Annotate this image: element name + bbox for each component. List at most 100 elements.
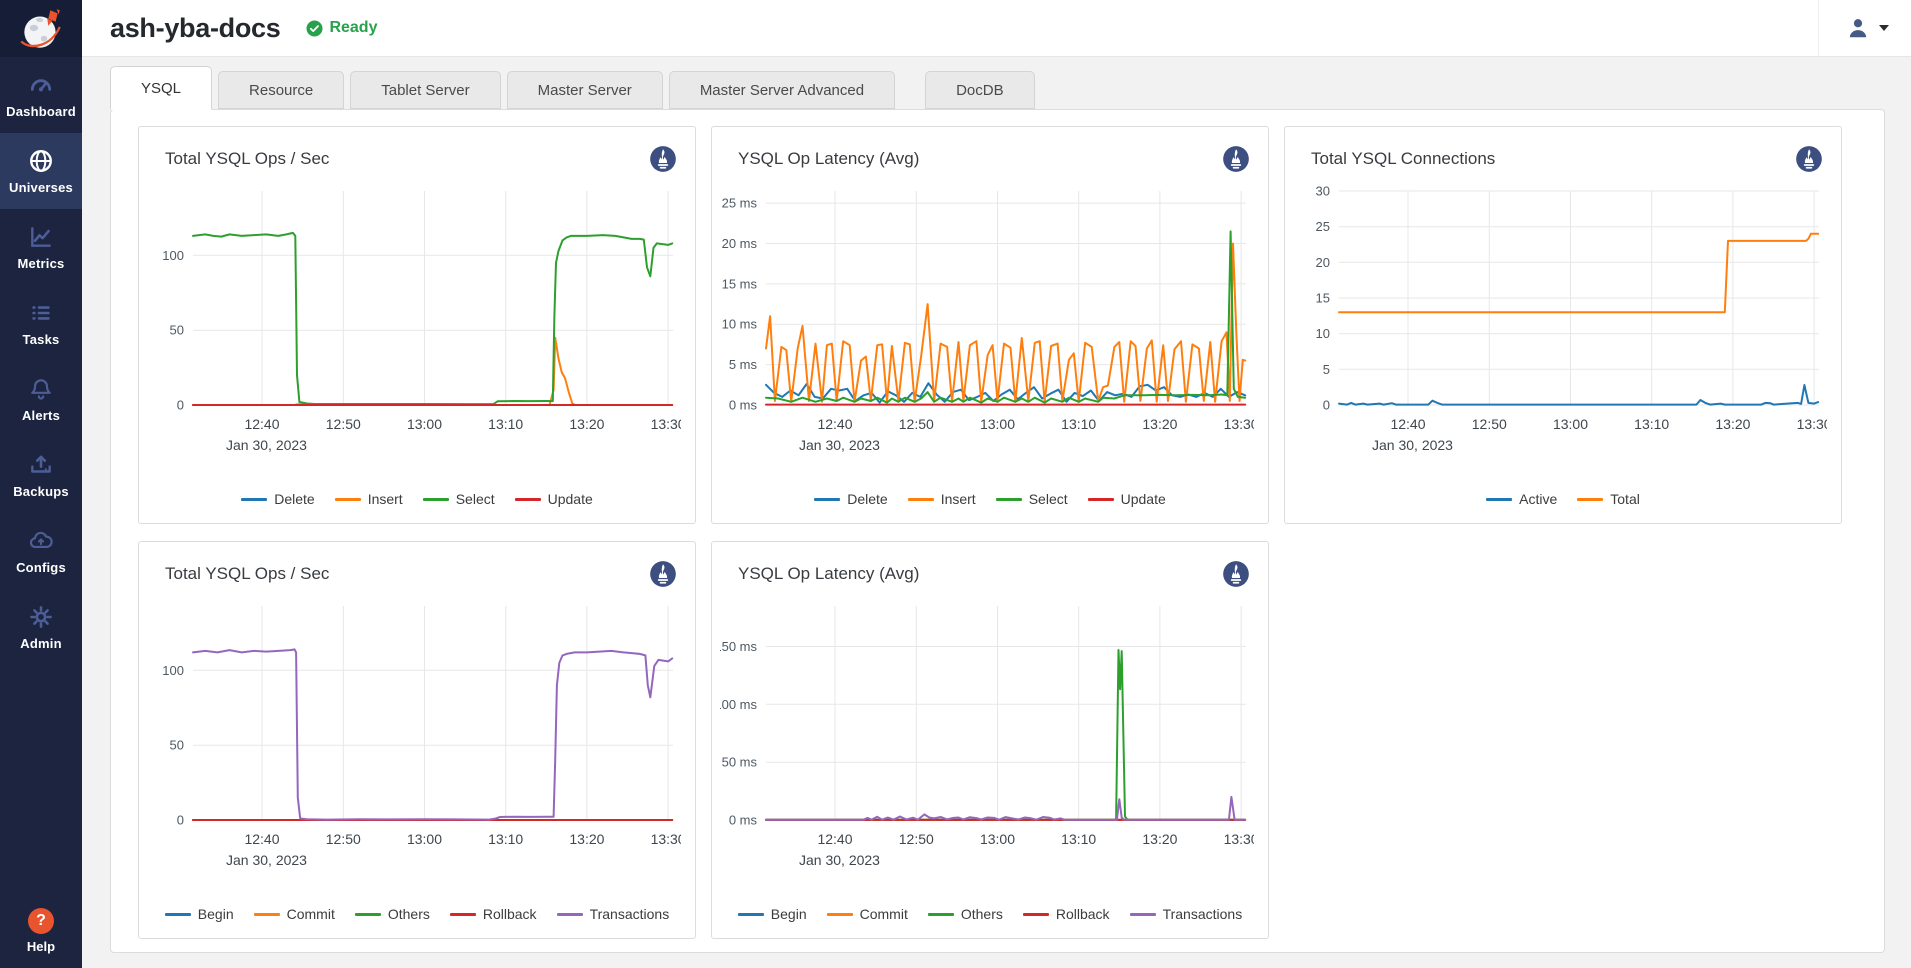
svg-text:13:20: 13:20: [1142, 416, 1177, 432]
svg-text:0: 0: [1323, 398, 1330, 413]
svg-text:50: 50: [170, 738, 184, 753]
svg-text:13:10: 13:10: [1061, 416, 1096, 432]
legend-item-select[interactable]: Select: [423, 491, 495, 507]
legend-item-commit[interactable]: Commit: [254, 906, 335, 922]
tab-master-server-advanced[interactable]: Master Server Advanced: [669, 71, 895, 109]
legend-item-others[interactable]: Others: [928, 906, 1003, 922]
sidebar-item-backups[interactable]: Backups: [0, 437, 82, 513]
svg-text:12:40: 12:40: [1390, 416, 1425, 432]
prometheus-icon[interactable]: [1795, 145, 1823, 173]
legend-item-transactions[interactable]: Transactions: [1130, 906, 1243, 922]
legend-swatch: [355, 913, 381, 916]
legend-item-rollback[interactable]: Rollback: [450, 906, 537, 922]
svg-text:13:30: 13:30: [651, 416, 681, 432]
sidebar-item-universes[interactable]: Universes: [0, 133, 82, 209]
chart-plot[interactable]: 05010012:4012:5013:0013:1013:2013:30Jan …: [147, 592, 681, 884]
sidebar-item-label: Tasks: [23, 332, 60, 347]
legend-item-rollback[interactable]: Rollback: [1023, 906, 1110, 922]
tab-docdb[interactable]: DocDB: [925, 71, 1035, 109]
svg-text:10: 10: [1316, 326, 1330, 341]
rocket-globe-logo-icon: [16, 4, 66, 54]
sidebar-item-dashboard[interactable]: Dashboard: [0, 57, 82, 133]
tab-tablet-server[interactable]: Tablet Server: [350, 71, 500, 109]
chart-plot[interactable]: 05101520253012:4012:5013:0013:1013:2013:…: [1293, 177, 1827, 469]
charts-grid: Total YSQL Ops / Sec 05010012:4012:5013:…: [111, 110, 1884, 939]
sidebar-item-label: Backups: [13, 484, 69, 499]
legend-label: Select: [456, 491, 495, 507]
tab-master-server[interactable]: Master Server: [507, 71, 663, 109]
legend-item-others[interactable]: Others: [355, 906, 430, 922]
chart-legend: Begin Commit Others Rollback Transactions: [139, 906, 695, 938]
svg-text:15 ms: 15 ms: [722, 276, 758, 291]
sidebar-item-admin[interactable]: Admin: [0, 589, 82, 665]
legend-item-commit[interactable]: Commit: [827, 906, 908, 922]
svg-text:12:50: 12:50: [899, 416, 934, 432]
legend-label: Others: [961, 906, 1003, 922]
sidebar-item-configs[interactable]: Configs: [0, 513, 82, 589]
chart-plot[interactable]: 0 ms5 ms10 ms15 ms20 ms25 ms12:4012:5013…: [720, 177, 1254, 469]
legend-label: Rollback: [483, 906, 537, 922]
user-menu[interactable]: [1818, 0, 1911, 56]
tasks-icon: [28, 300, 54, 326]
chart-plot[interactable]: 0 ms50 ms100 ms150 ms12:4012:5013:0013:1…: [720, 592, 1254, 884]
legend-swatch: [827, 913, 853, 916]
sidebar-item-label: Alerts: [22, 408, 60, 423]
sidebar-item-tasks[interactable]: Tasks: [0, 285, 82, 361]
sidebar-item-help[interactable]: ? Help: [0, 908, 82, 954]
svg-text:0: 0: [177, 813, 184, 828]
legend-item-transactions[interactable]: Transactions: [557, 906, 670, 922]
legend-swatch: [515, 498, 541, 501]
svg-text:12:40: 12:40: [817, 416, 852, 432]
app-logo[interactable]: [0, 0, 82, 57]
check-circle-icon: [306, 20, 323, 37]
legend-item-update[interactable]: Update: [1088, 491, 1166, 507]
svg-text:13:10: 13:10: [1634, 416, 1669, 432]
tab-ysql[interactable]: YSQL: [110, 66, 212, 110]
sidebar-item-metrics[interactable]: Metrics: [0, 209, 82, 285]
svg-text:12:50: 12:50: [326, 416, 361, 432]
sidebar-item-alerts[interactable]: Alerts: [0, 361, 82, 437]
legend-item-update[interactable]: Update: [515, 491, 593, 507]
svg-text:100: 100: [162, 248, 184, 263]
prometheus-icon[interactable]: [1222, 560, 1250, 588]
svg-text:13:20: 13:20: [1715, 416, 1750, 432]
metrics-icon: [28, 224, 54, 250]
legend-item-active[interactable]: Active: [1486, 491, 1557, 507]
legend-item-begin[interactable]: Begin: [738, 906, 807, 922]
svg-text:30: 30: [1316, 184, 1330, 199]
sidebar-help-label: Help: [27, 939, 55, 954]
svg-text:0 ms: 0 ms: [729, 813, 758, 828]
legend-item-total[interactable]: Total: [1577, 491, 1640, 507]
svg-text:Jan 30, 2023: Jan 30, 2023: [799, 852, 880, 868]
svg-text:13:30: 13:30: [651, 831, 681, 847]
prometheus-icon[interactable]: [649, 560, 677, 588]
legend-swatch: [928, 913, 954, 916]
prometheus-icon[interactable]: [1222, 145, 1250, 173]
chart-card-0: Total YSQL Ops / Sec 05010012:4012:5013:…: [138, 126, 696, 524]
chart-plot[interactable]: 05010012:4012:5013:0013:1013:2013:30Jan …: [147, 177, 681, 469]
legend-item-select[interactable]: Select: [996, 491, 1068, 507]
sidebar-item-label: Universes: [9, 180, 73, 195]
legend-item-insert[interactable]: Insert: [335, 491, 403, 507]
legend-label: Update: [1121, 491, 1166, 507]
configs-icon: [28, 528, 54, 554]
help-icon: ?: [28, 908, 54, 934]
prometheus-icon[interactable]: [649, 145, 677, 173]
legend-item-delete[interactable]: Delete: [241, 491, 314, 507]
legend-item-insert[interactable]: Insert: [908, 491, 976, 507]
svg-text:5: 5: [1323, 362, 1330, 377]
svg-text:13:30: 13:30: [1224, 831, 1254, 847]
chart-card-1: YSQL Op Latency (Avg) 0 ms5 ms10 ms15 ms…: [711, 126, 1269, 524]
legend-item-begin[interactable]: Begin: [165, 906, 234, 922]
svg-text:12:40: 12:40: [244, 416, 279, 432]
legend-label: Begin: [198, 906, 234, 922]
chart-legend: Delete Insert Select Update: [139, 491, 695, 523]
legend-item-delete[interactable]: Delete: [814, 491, 887, 507]
legend-swatch: [1088, 498, 1114, 501]
sidebar-item-label: Configs: [16, 560, 66, 575]
svg-text:10 ms: 10 ms: [722, 317, 758, 332]
svg-text:25: 25: [1316, 219, 1330, 234]
chart-title: YSQL Op Latency (Avg): [738, 564, 919, 584]
tab-resource[interactable]: Resource: [218, 71, 344, 109]
sidebar-item-label: Dashboard: [6, 104, 76, 119]
